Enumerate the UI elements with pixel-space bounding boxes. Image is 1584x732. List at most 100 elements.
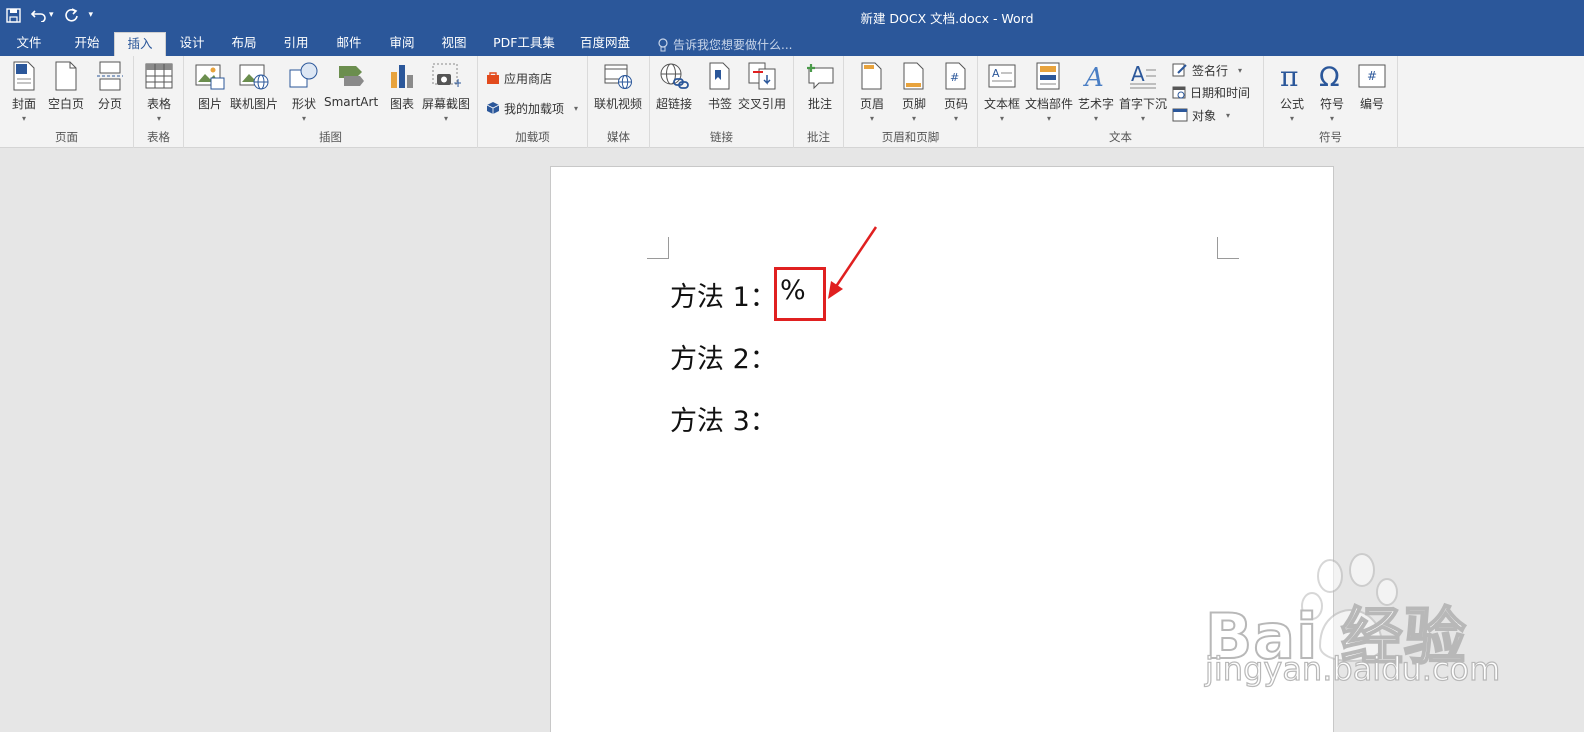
hyperlink-icon	[660, 63, 689, 89]
textbox-label: 文本框	[984, 97, 1021, 111]
tell-me-placeholder: 告诉我您想要做什么...	[673, 38, 793, 52]
chart-label: 图表	[389, 97, 414, 111]
cover-page-label: 封面	[11, 97, 36, 111]
object-icon	[1172, 108, 1188, 122]
tab-references[interactable]: 引用	[272, 32, 320, 56]
dropcap-dropdown-icon: ▾	[1141, 114, 1146, 123]
dropcap-icon: A	[1130, 62, 1156, 89]
blank-page-button[interactable]: 空白页	[48, 60, 84, 112]
dropcap-button[interactable]: A 首字下沉 ▾	[1119, 60, 1167, 124]
header-button[interactable]: 页眉 ▾	[856, 60, 888, 124]
tab-insert[interactable]: 插入	[114, 32, 166, 56]
object-dropdown-icon: ▾	[1226, 110, 1231, 120]
wordart-dropdown-icon: ▾	[1094, 114, 1099, 123]
screenshot-button[interactable]: + 屏幕截图 ▾	[422, 60, 470, 124]
smartart-button[interactable]: SmartArt	[324, 60, 378, 109]
table-label: 表格	[146, 97, 171, 111]
doc-line-3[interactable]: 方法 3：	[670, 399, 777, 438]
cross-reference-icon	[748, 62, 776, 90]
number-icon: #	[1358, 64, 1386, 88]
store-button[interactable]: 应用商店	[486, 68, 552, 88]
group-pages-label: 页面	[55, 130, 78, 144]
header-icon	[861, 62, 882, 90]
window-title-text: 新建 DOCX 文档.docx - Word	[860, 11, 1034, 26]
textbox-button[interactable]: A 文本框 ▾	[984, 60, 1020, 124]
doc-line-1[interactable]: 方法 1：	[670, 275, 777, 314]
svg-text:#: #	[950, 71, 959, 84]
table-dropdown-icon: ▾	[156, 114, 161, 123]
object-button[interactable]: 对象 ▾	[1172, 105, 1230, 125]
textbox-dropdown-icon: ▾	[1000, 114, 1005, 123]
group-symbols: π 公式 ▾ Ω 符号 ▾ # 编号 符号	[1264, 56, 1398, 148]
ribbon-tabs: 文件 开始 插入 设计 布局 引用 邮件 审阅 视图 PDF工具集 百度网盘 告…	[0, 32, 1584, 56]
symbol-label: 符号	[1319, 97, 1344, 111]
smartart-icon	[339, 66, 365, 86]
my-addins-dropdown-icon: ▾	[574, 103, 579, 113]
header-dropdown-icon: ▾	[869, 114, 874, 123]
shapes-button[interactable]: 形状 ▾	[288, 60, 320, 124]
tab-home[interactable]: 开始	[62, 32, 112, 56]
wordart-button[interactable]: A 艺术字 ▾	[1078, 60, 1114, 124]
picture-icon	[195, 64, 225, 90]
screenshot-label: 屏幕截图	[422, 97, 471, 111]
online-video-button[interactable]: 联机视频	[594, 60, 642, 112]
equation-dropdown-icon: ▾	[1289, 114, 1294, 123]
cover-page-dropdown-icon: ▾	[21, 114, 26, 123]
my-addins-label: 我的加载项	[504, 101, 565, 116]
equation-label: 公式	[1279, 97, 1304, 111]
page-break-button[interactable]: 分页	[94, 60, 126, 112]
date-time-button[interactable]: 日期和时间	[1172, 82, 1250, 102]
chart-button[interactable]: 图表	[386, 60, 418, 112]
number-button[interactable]: # 编号	[1356, 60, 1388, 112]
footer-button[interactable]: 页脚 ▾	[898, 60, 930, 124]
quick-parts-button[interactable]: 文档部件 ▾	[1025, 60, 1073, 124]
signature-line-button[interactable]: 签名行 ▾	[1172, 60, 1242, 80]
signature-line-dropdown-icon: ▾	[1238, 65, 1243, 75]
svg-text:A: A	[992, 67, 1000, 80]
tab-pdf-tools[interactable]: PDF工具集	[486, 32, 562, 56]
tab-design[interactable]: 设计	[168, 32, 216, 56]
my-addins-button[interactable]: 我的加载项 ▾	[486, 98, 578, 118]
group-links-label: 链接	[710, 130, 733, 144]
tab-file[interactable]: 文件	[6, 32, 52, 56]
svg-text:Ω: Ω	[1319, 62, 1340, 90]
page-number-button[interactable]: # 页码 ▾	[940, 60, 972, 124]
hyperlink-button[interactable]: 超链接	[656, 60, 692, 112]
tab-mailings[interactable]: 邮件	[324, 32, 374, 56]
margin-corner-top-left	[647, 237, 669, 259]
tab-review[interactable]: 审阅	[376, 32, 428, 56]
inserted-percent-symbol[interactable]: %	[780, 275, 806, 306]
tab-view[interactable]: 视图	[428, 32, 480, 56]
tab-baidu-netdisk[interactable]: 百度网盘	[572, 32, 638, 56]
equation-button[interactable]: π 公式 ▾	[1276, 60, 1308, 124]
margin-corner-top-right	[1217, 237, 1239, 259]
group-tables-label: 表格	[147, 130, 170, 144]
bookmark-button[interactable]: 书签	[704, 60, 736, 112]
page-number-icon: #	[945, 62, 966, 90]
calendar-icon	[1172, 86, 1186, 99]
footer-label: 页脚	[901, 97, 926, 111]
footer-icon	[903, 62, 924, 90]
symbol-button[interactable]: Ω 符号 ▾	[1316, 60, 1348, 124]
cross-reference-button[interactable]: 交叉引用	[738, 60, 786, 112]
watermark-url: jingyan.baidu.com	[1204, 649, 1501, 688]
header-label: 页眉	[859, 97, 884, 111]
signature-line-label: 签名行	[1192, 63, 1229, 78]
title-bar: ▾ ▾ 新建 DOCX 文档.docx - Word	[0, 0, 1584, 32]
tell-me-search[interactable]: 告诉我您想要做什么...	[658, 36, 792, 53]
cover-page-button[interactable]: 封面 ▾	[8, 60, 40, 124]
table-button[interactable]: 表格 ▾	[143, 60, 175, 124]
wordart-label: 艺术字	[1078, 97, 1115, 111]
group-illustrations: 图片 联机图片 形状 ▾ SmartArt 图表 + 屏幕截图 ▾ 插图	[184, 56, 478, 148]
quick-parts-label: 文档部件	[1025, 97, 1074, 111]
picture-button[interactable]: 图片	[194, 60, 226, 112]
svg-text:A: A	[1131, 62, 1145, 86]
doc-line-2[interactable]: 方法 2：	[670, 337, 777, 376]
group-symbols-label: 符号	[1319, 130, 1342, 144]
symbol-dropdown-icon: ▾	[1329, 114, 1334, 123]
quick-parts-icon	[1036, 62, 1060, 90]
new-comment-button[interactable]: 批注	[804, 60, 836, 112]
tab-layout[interactable]: 布局	[220, 32, 268, 56]
page-break-label: 分页	[97, 97, 122, 111]
online-picture-button[interactable]: 联机图片	[230, 60, 278, 112]
